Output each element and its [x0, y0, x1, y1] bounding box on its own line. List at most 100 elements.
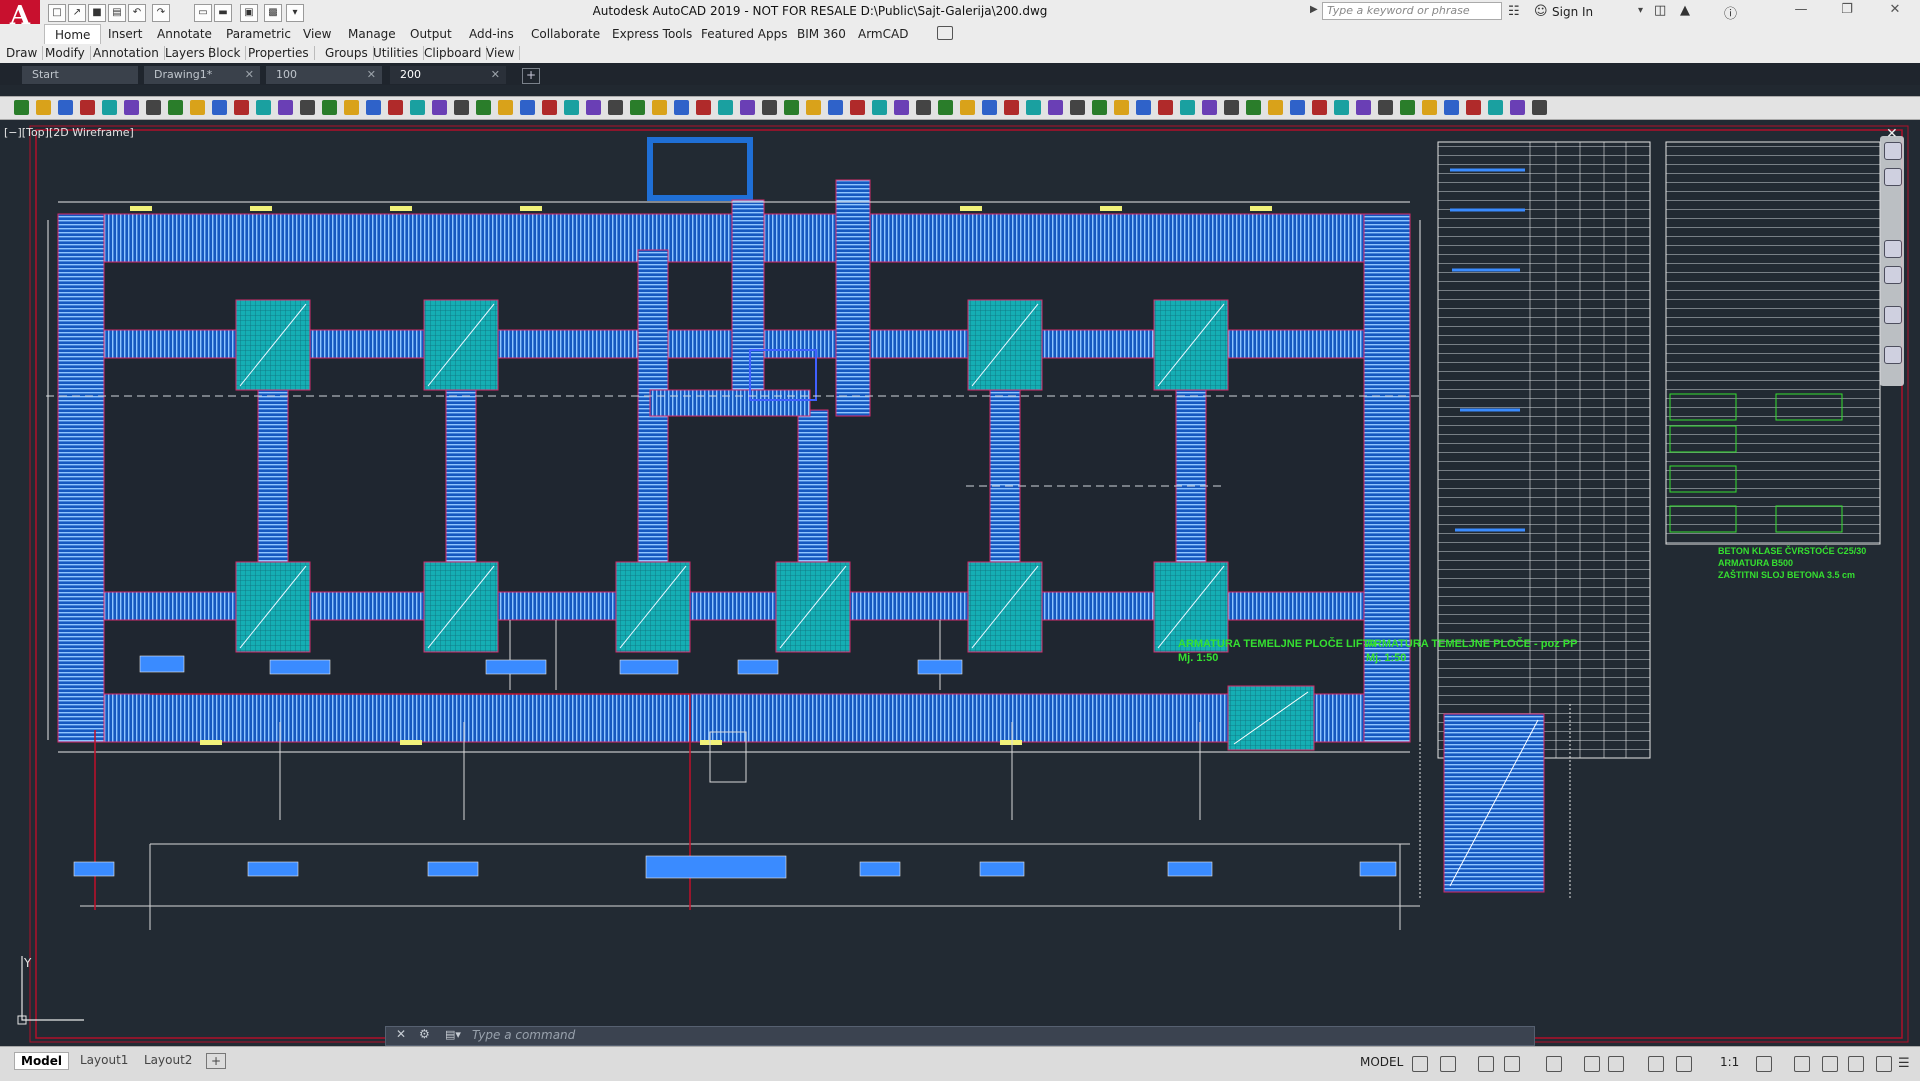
toolbar-tool-icon[interactable]	[718, 100, 733, 115]
tab-armcad[interactable]: ArmCAD	[858, 27, 908, 41]
toolbar-tool-icon[interactable]	[1158, 100, 1173, 115]
annotation-scale[interactable]: 1:1	[1720, 1055, 1739, 1069]
toolbar-tool-icon[interactable]	[696, 100, 711, 115]
cart-icon[interactable]: ◫	[1654, 3, 1666, 18]
toolbar-tool-icon[interactable]	[894, 100, 909, 115]
file-tab-200[interactable]: 200 ✕	[390, 66, 506, 84]
print-icon[interactable]: ▤	[108, 4, 126, 22]
snap-icon[interactable]	[1440, 1056, 1456, 1072]
plus-crosshair-icon[interactable]	[1794, 1056, 1810, 1072]
customize-wrench-icon[interactable]: ⚙	[419, 1027, 430, 1041]
tab-parametric[interactable]: Parametric	[226, 27, 291, 41]
toolbar-tool-icon[interactable]	[1532, 100, 1547, 115]
object-snap-tracking-icon[interactable]	[1584, 1056, 1600, 1072]
toolbar-tool-icon[interactable]	[80, 100, 95, 115]
hardware-acceleration-icon[interactable]	[1848, 1056, 1864, 1072]
undo-icon[interactable]: ↶	[128, 4, 146, 22]
toolbar-tool-icon[interactable]	[432, 100, 447, 115]
toolbar-tool-icon[interactable]	[938, 100, 953, 115]
command-prompt-icon[interactable]: ▤▾	[445, 1028, 461, 1041]
toolbar-tool-icon[interactable]	[454, 100, 469, 115]
tab-bim-360[interactable]: BIM 360	[797, 27, 846, 41]
workspace-gear-icon[interactable]	[1756, 1056, 1772, 1072]
toolbar-tool-icon[interactable]	[300, 100, 315, 115]
showmotion-icon[interactable]	[1884, 346, 1902, 364]
save-as-icon[interactable]: ▩	[264, 4, 282, 22]
command-input[interactable]: Type a command	[472, 1028, 575, 1042]
toolbar-tool-icon[interactable]	[674, 100, 689, 115]
steering-wheel-icon[interactable]	[1884, 168, 1902, 186]
toolbar-tool-icon[interactable]	[410, 100, 425, 115]
toolbar-tool-icon[interactable]	[1268, 100, 1283, 115]
customize-qat-chevron-icon[interactable]: ▾	[286, 4, 304, 22]
toolbar-tool-icon[interactable]	[1180, 100, 1195, 115]
tab-insert[interactable]: Insert	[108, 27, 142, 41]
disk-icon[interactable]: ▣	[240, 4, 258, 22]
toolbar-tool-icon[interactable]	[784, 100, 799, 115]
folder-icon[interactable]: ▬	[214, 4, 232, 22]
close-tab-icon[interactable]: ✕	[367, 66, 376, 84]
layout-tab-model[interactable]: Model	[14, 1052, 70, 1070]
toolbar-tool-icon[interactable]	[1378, 100, 1393, 115]
object-snap-icon[interactable]	[1608, 1056, 1624, 1072]
toolbar-tool-icon[interactable]	[652, 100, 667, 115]
file-tab-start[interactable]: Start	[22, 66, 138, 84]
toolbar-tool-icon[interactable]	[520, 100, 535, 115]
panel-groups[interactable]: Groups	[325, 46, 374, 60]
pan-icon[interactable]	[1884, 240, 1902, 258]
tab-annotate[interactable]: Annotate	[157, 27, 212, 41]
toolbar-tool-icon[interactable]	[1202, 100, 1217, 115]
redo-icon[interactable]: ↷	[152, 4, 170, 22]
toolbar-tool-icon[interactable]	[1466, 100, 1481, 115]
save-icon[interactable]: ■	[88, 4, 106, 22]
toolbar-tool-icon[interactable]	[1070, 100, 1085, 115]
search-input[interactable]: Type a keyword or phrase	[1322, 2, 1502, 20]
toolbar-tool-icon[interactable]	[850, 100, 865, 115]
toolbar-tool-icon[interactable]	[212, 100, 227, 115]
toolbar-tool-icon[interactable]	[1510, 100, 1525, 115]
toolbar-tool-icon[interactable]	[278, 100, 293, 115]
new-tab-plus-icon[interactable]: +	[522, 68, 540, 84]
viewcube-icon[interactable]	[1884, 142, 1902, 160]
help-icon[interactable]: ⓘ	[1724, 3, 1737, 22]
panel-properties[interactable]: Properties	[248, 46, 315, 60]
toolbar-tool-icon[interactable]	[146, 100, 161, 115]
a360-icon[interactable]: ▲	[1680, 3, 1690, 18]
toolbar-tool-icon[interactable]	[1334, 100, 1349, 115]
panel-layers[interactable]: Layers	[165, 46, 211, 60]
ortho-icon[interactable]	[1478, 1056, 1494, 1072]
toolbar-tool-icon[interactable]	[1004, 100, 1019, 115]
close-tab-icon[interactable]: ✕	[245, 66, 254, 84]
toolbar-tool-icon[interactable]	[960, 100, 975, 115]
toolbar-tool-icon[interactable]	[344, 100, 359, 115]
toolbar-tool-icon[interactable]	[1026, 100, 1041, 115]
toolbar-tool-icon[interactable]	[124, 100, 139, 115]
toolbar-tool-icon[interactable]	[190, 100, 205, 115]
panel-modify[interactable]: Modify	[45, 46, 91, 60]
toolbar-tool-icon[interactable]	[1312, 100, 1327, 115]
panel-utilities[interactable]: Utilities	[373, 46, 425, 60]
add-layout-plus-icon[interactable]: +	[206, 1053, 227, 1069]
close-command-line-icon[interactable]: ✕	[396, 1027, 406, 1041]
toolbar-tool-icon[interactable]	[476, 100, 491, 115]
toolbar-tool-icon[interactable]	[1114, 100, 1129, 115]
toolbar-tool-icon[interactable]	[1048, 100, 1063, 115]
clean-screen-icon[interactable]	[1876, 1056, 1892, 1072]
toolbar-tool-icon[interactable]	[58, 100, 73, 115]
toolbar-tool-icon[interactable]	[916, 100, 931, 115]
panel-block[interactable]: Block	[208, 46, 247, 60]
signin-dropdown-icon[interactable]: ▾	[1638, 5, 1643, 16]
toolbar-tool-icon[interactable]	[14, 100, 29, 115]
auto-scale-icon[interactable]	[1676, 1056, 1692, 1072]
toolbar-tool-icon[interactable]	[366, 100, 381, 115]
tab-collaborate[interactable]: Collaborate	[531, 27, 600, 41]
zoom-icon[interactable]	[1884, 266, 1902, 284]
sheet-set-icon[interactable]: ▭	[194, 4, 212, 22]
toolbar-tool-icon[interactable]	[828, 100, 843, 115]
toolbar-tool-icon[interactable]	[586, 100, 601, 115]
toolbar-tool-icon[interactable]	[542, 100, 557, 115]
toolbar-tool-icon[interactable]	[1136, 100, 1151, 115]
tab-output[interactable]: Output	[410, 27, 452, 41]
layout-tab-layout1[interactable]: Layout1	[74, 1052, 134, 1068]
tab-home[interactable]: Home	[44, 24, 102, 45]
